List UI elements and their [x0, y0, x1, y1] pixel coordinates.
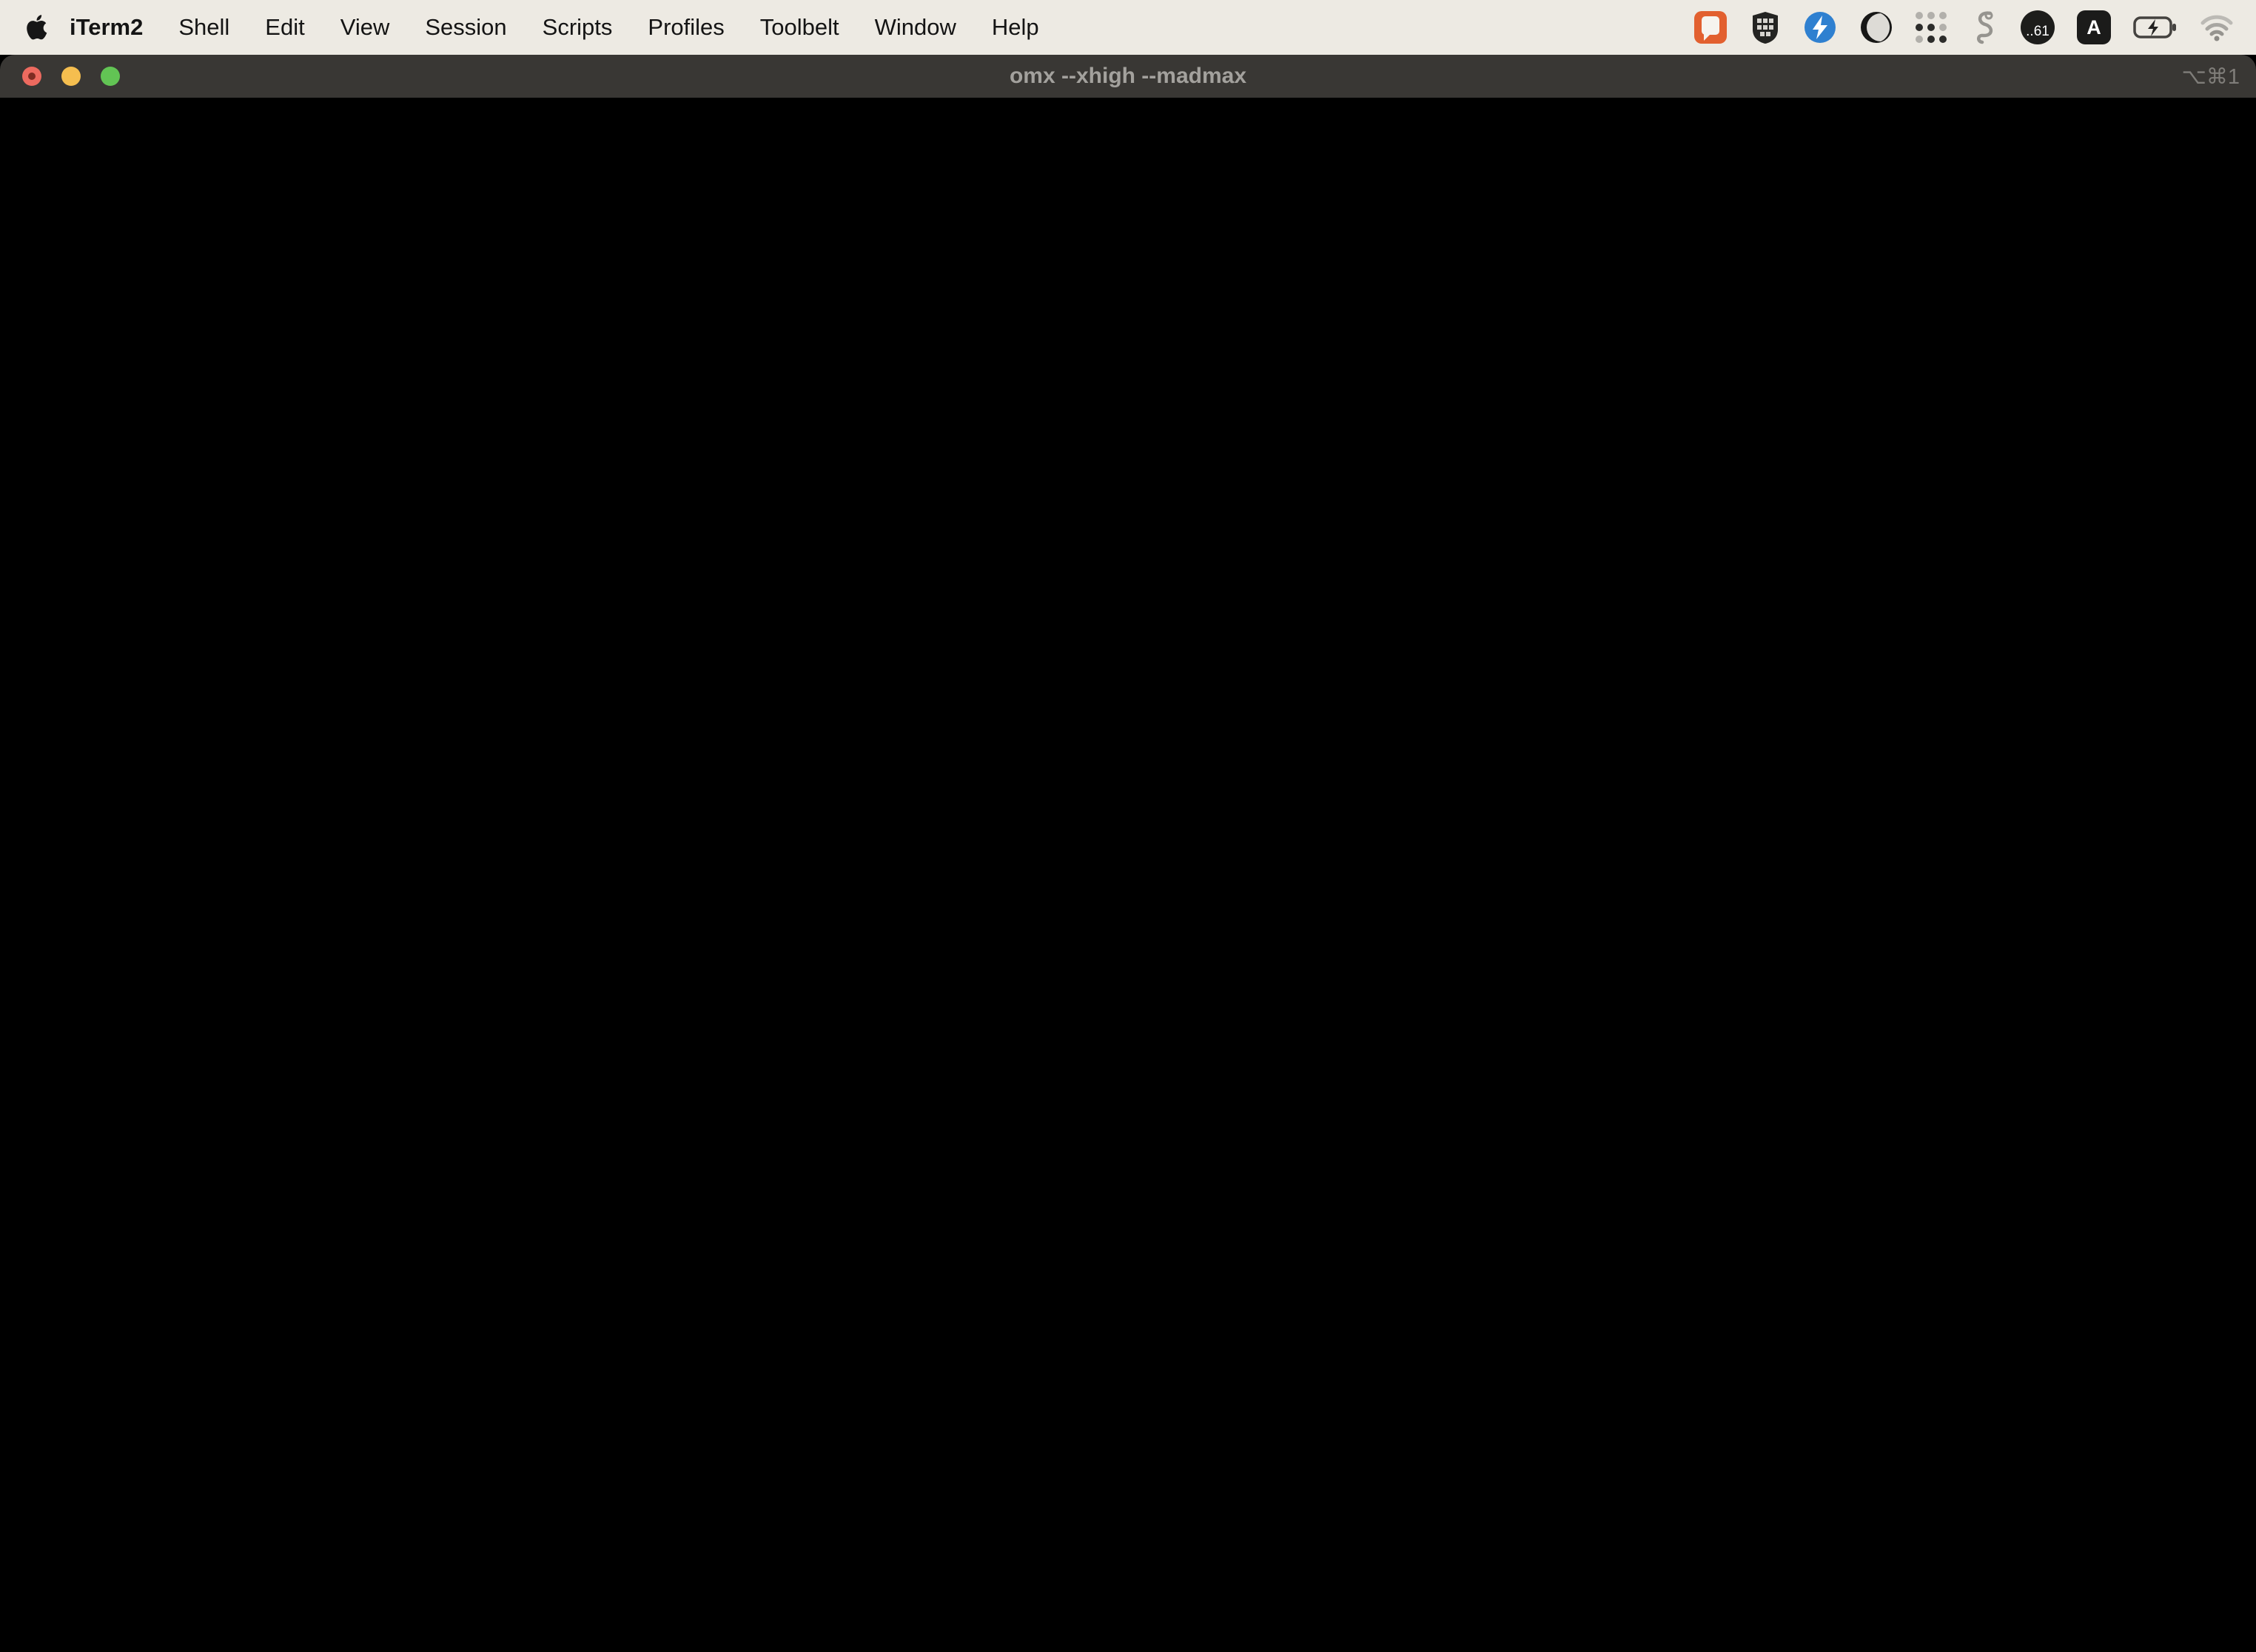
squiggle-icon[interactable]: [1969, 10, 1998, 45]
battery-icon[interactable]: [2133, 16, 2178, 39]
wifi-icon[interactable]: [2200, 13, 2234, 41]
zoom-button[interactable]: [101, 67, 120, 86]
menu-item-help[interactable]: Help: [974, 14, 1057, 41]
menu-item-window[interactable]: Window: [857, 14, 974, 41]
menu-bar: iTerm2ShellEditViewSessionScriptsProfile…: [0, 0, 2256, 55]
menu-item-iterm2[interactable]: iTerm2: [47, 14, 161, 41]
menu-items: iTerm2ShellEditViewSessionScriptsProfile…: [47, 14, 1057, 41]
blue-bolt-badge-icon[interactable]: [1803, 10, 1837, 44]
menu-bar-status-icons: ..61 A: [1693, 10, 2256, 45]
menu-item-session[interactable]: Session: [407, 14, 524, 41]
window-title: omx --xhigh --madmax: [1010, 64, 1246, 89]
count-badge-icon[interactable]: ..61: [2021, 10, 2055, 44]
iterm-window: omx --xhigh --madmax ⌥⌘1: [0, 55, 2256, 1652]
menu-item-toolbelt[interactable]: Toolbelt: [742, 14, 857, 41]
menu-item-shell[interactable]: Shell: [161, 14, 247, 41]
pie-chart-icon[interactable]: [1859, 10, 1893, 44]
dots-grid-icon[interactable]: [1916, 12, 1947, 43]
title-bar[interactable]: omx --xhigh --madmax ⌥⌘1: [0, 55, 2256, 98]
minimize-button[interactable]: [61, 67, 81, 86]
apple-icon[interactable]: [25, 14, 47, 41]
menu-item-scripts[interactable]: Scripts: [525, 14, 631, 41]
chat-icon[interactable]: [1693, 10, 1728, 44]
close-button[interactable]: [22, 67, 41, 86]
menu-item-view[interactable]: View: [323, 14, 408, 41]
menu-item-profiles[interactable]: Profiles: [630, 14, 742, 41]
window-shortcut-badge: ⌥⌘1: [2181, 64, 2240, 90]
shield-keypad-icon[interactable]: [1750, 10, 1781, 44]
letter-a-badge-icon[interactable]: A: [2077, 10, 2111, 44]
traffic-lights: [22, 67, 120, 86]
menu-item-edit[interactable]: Edit: [247, 14, 322, 41]
